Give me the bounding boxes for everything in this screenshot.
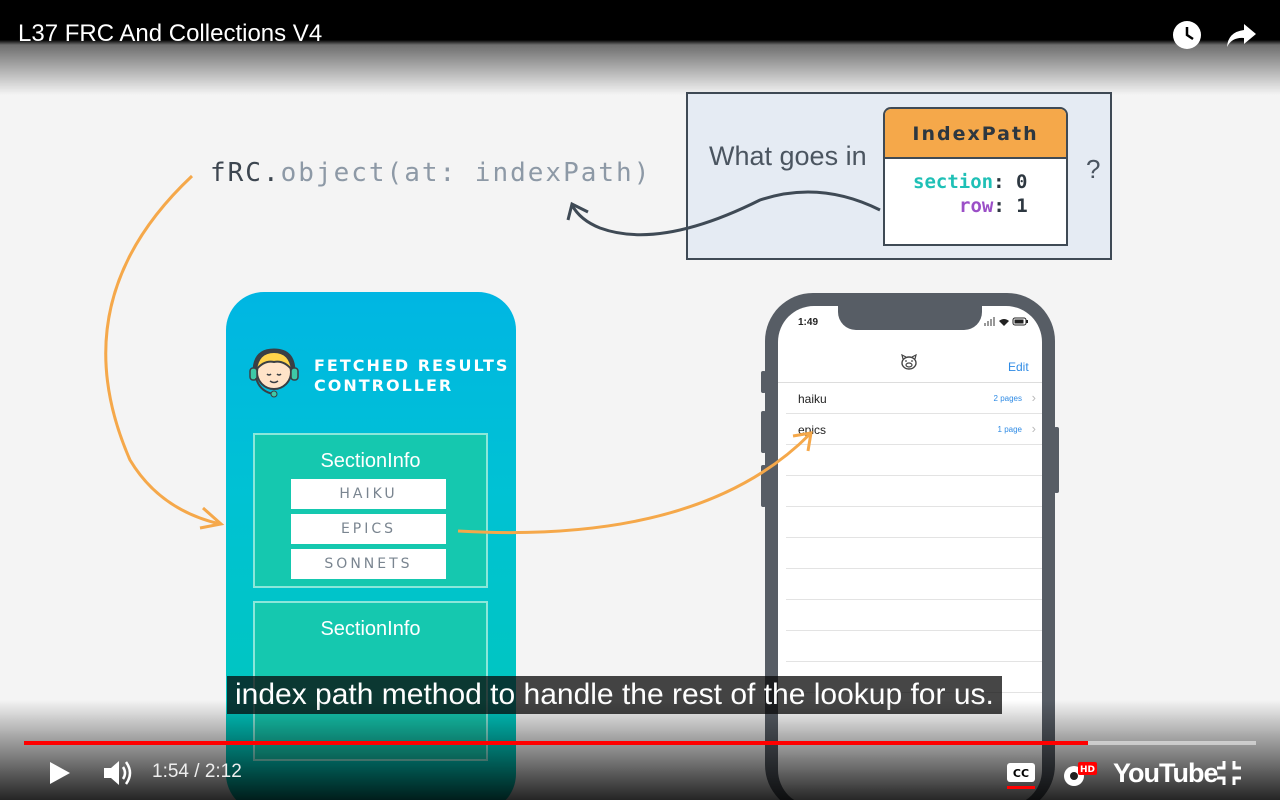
- row-line: row: 1: [959, 195, 1028, 217]
- code-prefix: fRC.: [210, 158, 281, 188]
- phone-mute-switch: [761, 371, 766, 393]
- index-path-card-title: IndexPath: [885, 109, 1066, 159]
- table-row: haiku 2 pages ›: [786, 383, 1042, 414]
- volume-icon[interactable]: [102, 757, 136, 789]
- progress-played: [24, 741, 1088, 745]
- status-icons: [984, 317, 1028, 326]
- arrowhead-left: [199, 506, 225, 530]
- youtube-logo[interactable]: YouTube: [1113, 758, 1218, 789]
- watch-later-icon[interactable]: [1172, 20, 1202, 50]
- row-detail: 2 pages: [993, 394, 1022, 403]
- section-info-label-2: SectionInfo: [320, 618, 421, 640]
- table-row-empty: [786, 569, 1042, 600]
- section-info-box: SectionInfo HAIKU EPICS SONNETS: [253, 433, 488, 588]
- section-line: section: 0: [913, 171, 1028, 193]
- phone-notch: [838, 306, 982, 330]
- section-row-haiku: HAIKU: [291, 479, 446, 509]
- row-detail: 1 page: [997, 425, 1022, 434]
- play-icon[interactable]: [44, 758, 74, 788]
- table-row-empty: [786, 445, 1042, 476]
- headset-person-icon: [249, 348, 299, 398]
- phone-volume-down: [761, 465, 766, 507]
- table-row: epics 1 page ›: [786, 414, 1042, 445]
- phone-power-button: [1054, 427, 1059, 493]
- row-key: row: [959, 195, 994, 217]
- table-row-empty: [786, 631, 1042, 662]
- video-player[interactable]: fRC.object(at: indexPath) What goes in ?…: [0, 0, 1280, 800]
- settings-icon[interactable]: HD: [1060, 758, 1098, 790]
- chevron-right-icon: ›: [1031, 421, 1036, 436]
- cc-label: CC: [1013, 767, 1029, 780]
- frc-title-line1: FETCHED RESULTS: [314, 356, 510, 375]
- table-row-empty: [786, 600, 1042, 631]
- chevron-right-icon: ›: [1031, 390, 1036, 405]
- cc-icon[interactable]: CC: [1006, 760, 1036, 790]
- pig-icon: [901, 354, 917, 370]
- edit-button: Edit: [1008, 360, 1029, 374]
- player-top-bar: L37 FRC And Collections V4: [0, 0, 1280, 95]
- table-row-empty: [786, 476, 1042, 507]
- code-method: object(at: indexPath): [280, 158, 652, 188]
- fullscreen-exit-icon[interactable]: [1215, 759, 1243, 787]
- row-value: 1: [1016, 195, 1028, 217]
- frc-title: FETCHED RESULTS CONTROLLER: [314, 356, 509, 396]
- progress-bar[interactable]: [24, 741, 1256, 745]
- index-path-card: IndexPath section: 0 row: 1: [883, 107, 1068, 246]
- section-row-sonnets: SONNETS: [291, 549, 446, 579]
- time-display: 1:54 / 2:12: [152, 761, 242, 782]
- table-row-empty: [786, 538, 1042, 569]
- phone-volume-up: [761, 411, 766, 453]
- section-key: section: [913, 171, 994, 193]
- section-info-label: SectionInfo: [320, 450, 421, 472]
- signal-icon: [984, 317, 995, 326]
- wifi-icon: [999, 319, 1009, 326]
- navigation-bar: Edit: [778, 342, 1042, 383]
- frc-title-line2: CONTROLLER: [314, 376, 454, 395]
- battery-icon: [1012, 317, 1028, 326]
- curved-arrow-left: [104, 174, 221, 526]
- row-title: epics: [798, 423, 827, 437]
- question-mark: ?: [1086, 154, 1101, 184]
- table-row-empty: [786, 507, 1042, 538]
- index-path-question-box: What goes in ? IndexPath section: 0 row:…: [686, 92, 1112, 260]
- section-row-epics: EPICS: [291, 514, 446, 544]
- section-value: 0: [1015, 171, 1028, 193]
- question-text: What goes in: [709, 141, 867, 171]
- share-icon[interactable]: [1224, 20, 1258, 50]
- phone-status-time: 1:49: [798, 317, 819, 328]
- hd-badge: HD: [1080, 765, 1095, 775]
- video-title[interactable]: L37 FRC And Collections V4: [18, 20, 322, 48]
- row-title: haiku: [798, 392, 827, 406]
- code-expression: fRC.object(at: indexPath): [210, 158, 651, 188]
- arrowhead-code: [566, 201, 589, 221]
